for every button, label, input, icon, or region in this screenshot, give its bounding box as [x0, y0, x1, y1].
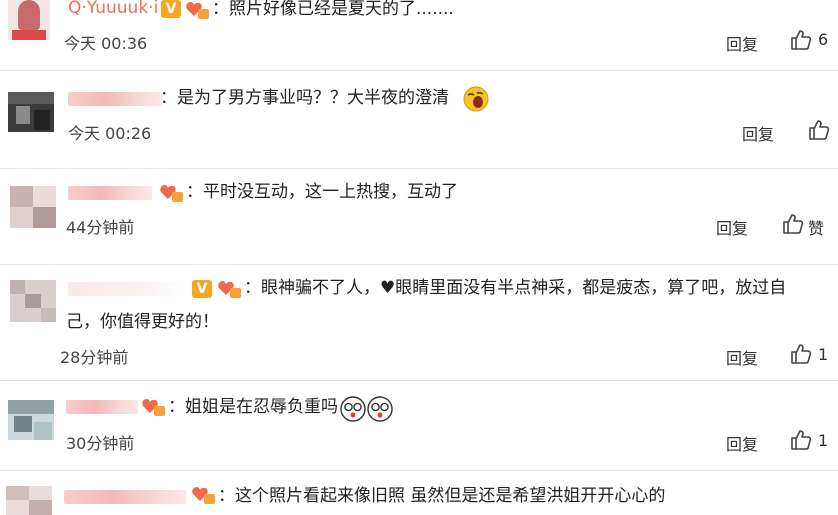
comment-text: ：平时没互动，这一上热搜，互动了 — [186, 182, 458, 202]
comment-text: ：照片好像已经是夏天的了....... — [212, 0, 454, 19]
user-avatar[interactable] — [8, 400, 54, 440]
divider — [0, 470, 838, 471]
reply-button[interactable]: 回复 — [726, 31, 758, 55]
username-link[interactable]: Q·Yuuuuk·i — [68, 0, 158, 18]
like-label[interactable]: 赞 — [808, 215, 824, 239]
divider — [0, 70, 838, 71]
thumbs-up-icon[interactable] — [808, 119, 830, 141]
thumbs-up-icon[interactable] — [782, 213, 804, 235]
like-count: 6 — [818, 30, 829, 49]
fan-heart-icon — [160, 185, 183, 202]
verified-v-icon: V — [192, 280, 212, 298]
username-blurred[interactable] — [64, 490, 186, 504]
thumbs-up-icon[interactable] — [790, 429, 812, 451]
user-avatar[interactable] — [6, 486, 52, 515]
comment-time: 30分钟前 — [66, 434, 135, 453]
reply-button[interactable]: 回复 — [726, 345, 758, 369]
user-avatar[interactable] — [8, 0, 50, 40]
comment-time: 28分钟前 — [60, 348, 129, 367]
comment-2: ：是为了男方事业吗？？大半夜的澄清 今天 00:26 回复 — [0, 80, 838, 160]
thumbs-up-icon[interactable] — [790, 343, 812, 365]
comment-time: 44分钟前 — [66, 218, 135, 237]
comment-text-line-2: 己，你值得更好的！ — [66, 312, 219, 332]
yawn-emoji-icon — [463, 86, 489, 112]
dizzy-face-emoji-icon — [367, 396, 393, 422]
fan-heart-icon — [192, 487, 215, 504]
thumbs-up-icon[interactable] — [790, 29, 812, 51]
username-blurred[interactable] — [66, 400, 138, 414]
comment-6: ：这个照片看起来像旧照 虽然但是还是希望洪姐开开心心的 — [0, 478, 838, 515]
comment-text: ：这个照片看起来像旧照 虽然但是还是希望洪姐开开心心的 — [218, 486, 666, 506]
user-avatar[interactable] — [8, 92, 54, 132]
comment-3: ：平时没互动，这一上热搜，互动了 44分钟前 回复 赞 — [0, 178, 838, 258]
fan-heart-icon — [142, 399, 165, 416]
comment-time: 今天 00:36 — [64, 34, 148, 53]
divider — [0, 168, 838, 169]
like-count: 1 — [818, 431, 829, 450]
divider — [0, 264, 838, 265]
reply-button[interactable]: 回复 — [716, 215, 748, 239]
username-blurred[interactable] — [68, 282, 188, 296]
comment-text-line-1: ：眼神骗不了人，♥眼睛里面没有半点神采，都是疲态，算了吧，放过自 — [244, 278, 787, 298]
user-avatar[interactable] — [10, 186, 56, 228]
comment-text: ：姐姐是在忍辱负重吗 — [168, 397, 338, 417]
reply-button[interactable]: 回复 — [726, 431, 758, 455]
comment-5: ：姐姐是在忍辱负重吗 30分钟前 回复 1 — [0, 390, 838, 466]
fan-heart-icon — [186, 2, 209, 19]
comment-text: ：是为了男方事业吗？？大半夜的澄清 — [160, 88, 449, 108]
username-blurred[interactable] — [68, 186, 152, 200]
comment-4: V ：眼神骗不了人，♥眼睛里面没有半点神采，都是疲态，算了吧，放过自 己，你值得… — [0, 272, 838, 372]
fan-heart-icon — [218, 281, 241, 298]
user-avatar[interactable] — [10, 280, 56, 322]
comment-time: 今天 00:26 — [68, 124, 152, 143]
divider — [0, 380, 838, 381]
username-blurred[interactable] — [68, 92, 162, 106]
verified-v-icon: V — [161, 0, 181, 18]
comment-1: Q·Yuuuuk·i V ：照片好像已经是夏天的了....... 今天 00:3… — [0, 0, 838, 68]
like-count: 1 — [818, 345, 829, 364]
reply-button[interactable]: 回复 — [742, 121, 774, 145]
dizzy-face-emoji-icon — [340, 396, 366, 422]
